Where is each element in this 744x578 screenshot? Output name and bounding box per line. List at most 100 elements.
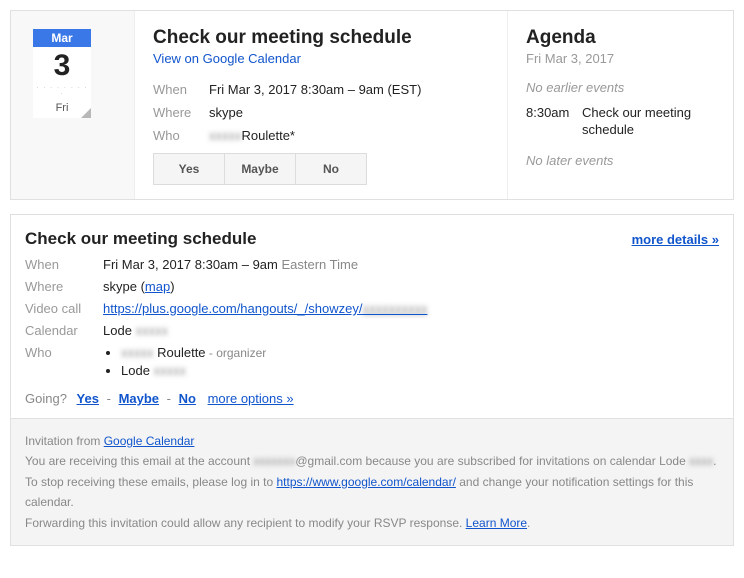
detail-calendar-value: Lode xxxxx (103, 323, 719, 338)
event-meta-table: When Fri Mar 3, 2017 8:30am – 9am (EST) … (153, 82, 489, 143)
redacted-text: xxxxx (154, 363, 187, 378)
agenda-title: Agenda (526, 27, 715, 49)
when-timezone: Eastern Time (281, 257, 358, 272)
meta-label: Who (153, 128, 209, 143)
going-no-link[interactable]: No (179, 391, 196, 406)
detail-label: When (25, 257, 103, 272)
detail-label: Where (25, 279, 103, 294)
detail-label: Video call (25, 301, 103, 316)
detail-row-calendar: Calendar Lode xxxxx (25, 323, 719, 338)
detail-header: Check our meeting schedule more details … (25, 229, 719, 249)
redacted-text: xxxx (689, 454, 713, 468)
where-text: skype ( (103, 279, 145, 294)
footer-text: @gmail.com because you are subscribed fo… (295, 454, 689, 468)
detail-label: Who (25, 345, 103, 360)
event-title: Check our meeting schedule (153, 27, 489, 49)
who-name: Roulette* (242, 128, 295, 143)
where-close: ) (170, 279, 174, 294)
learn-more-link[interactable]: Learn More (466, 516, 527, 530)
date-perforation: · · · · · · · · · (33, 85, 91, 99)
footer-text: Invitation from (25, 434, 104, 448)
meta-who-value: xxxxxRoulette* (209, 128, 295, 143)
date-day: 3 (33, 47, 91, 85)
map-link[interactable]: map (145, 279, 170, 294)
calendar-name: Lode (103, 323, 136, 338)
footer-line-3: To stop receiving these emails, please l… (25, 472, 719, 513)
separator: - (167, 391, 171, 406)
meta-row-when: When Fri Mar 3, 2017 8:30am – 9am (EST) (153, 82, 489, 97)
detail-row-who: Who xxxxx Roulette - organizer Lode xxxx… (25, 345, 719, 381)
detail-row-video: Video call https://plus.google.com/hango… (25, 301, 719, 316)
redacted-text: xxxxx (121, 345, 154, 360)
detail-row-when: When Fri Mar 3, 2017 8:30am – 9am Easter… (25, 257, 719, 272)
who-name: Roulette (154, 345, 206, 360)
redacted-text: xxxxxxxxxx (362, 301, 427, 316)
who-name: Lode (121, 363, 154, 378)
agenda-no-later: No later events (526, 153, 715, 168)
footer-notice: Invitation from Google Calendar You are … (11, 418, 733, 545)
more-details-link[interactable]: more details » (632, 232, 719, 247)
agenda-column: Agenda Fri Mar 3, 2017 No earlier events… (508, 11, 733, 199)
rsvp-no-button[interactable]: No (295, 153, 367, 185)
meta-label: Where (153, 105, 209, 120)
separator: - (107, 391, 111, 406)
detail-row-where: Where skype (map) (25, 279, 719, 294)
redacted-text: xxxxx (136, 323, 169, 338)
detail-when-value: Fri Mar 3, 2017 8:30am – 9am Eastern Tim… (103, 257, 719, 272)
redacted-text: xxxxx (209, 128, 242, 143)
calendar-settings-link[interactable]: https://www.google.com/calendar/ (276, 475, 455, 489)
detail-title: Check our meeting schedule (25, 229, 256, 249)
meta-where-value: skype (209, 105, 243, 120)
organizer-tag: - organizer (206, 346, 267, 360)
going-label: Going? (25, 391, 67, 406)
meta-row-where: Where skype (153, 105, 489, 120)
detail-who-value: xxxxx Roulette - organizer Lode xxxxx (103, 345, 719, 381)
footer-line-4: Forwarding this invitation could allow a… (25, 513, 719, 533)
event-main-column: Check our meeting schedule View on Googl… (134, 11, 508, 199)
footer-text: Forwarding this invitation could allow a… (25, 516, 466, 530)
rsvp-maybe-button[interactable]: Maybe (224, 153, 296, 185)
who-list-item: Lode xxxxx (121, 363, 719, 378)
agenda-date: Fri Mar 3, 2017 (526, 51, 715, 66)
date-column: Mar 3 · · · · · · · · · Fri (11, 11, 134, 199)
footer-text: You are receiving this email at the acco… (25, 454, 253, 468)
going-yes-link[interactable]: Yes (77, 391, 99, 406)
who-list: xxxxx Roulette - organizer Lode xxxxx (103, 345, 719, 378)
date-tile: Mar 3 · · · · · · · · · Fri (33, 29, 91, 118)
footer-line-2: You are receiving this email at the acco… (25, 451, 719, 471)
detail-video-value: https://plus.google.com/hangouts/_/showz… (103, 301, 719, 316)
who-list-item: xxxxx Roulette - organizer (121, 345, 719, 360)
event-summary-card: Mar 3 · · · · · · · · · Fri Check our me… (10, 10, 734, 200)
detail-table: When Fri Mar 3, 2017 8:30am – 9am Easter… (25, 257, 719, 381)
redacted-text: xxxxxxx (253, 454, 295, 468)
meta-when-value: Fri Mar 3, 2017 8:30am – 9am (EST) (209, 82, 421, 97)
detail-label: Calendar (25, 323, 103, 338)
rsvp-yes-button[interactable]: Yes (153, 153, 225, 185)
view-on-calendar-link[interactable]: View on Google Calendar (153, 51, 301, 66)
detail-where-value: skype (map) (103, 279, 719, 294)
date-weekday: Fri (33, 99, 91, 118)
meta-row-who: Who xxxxxRoulette* (153, 128, 489, 143)
video-url-text: https://plus.google.com/hangouts/_/showz… (103, 301, 362, 316)
meta-label: When (153, 82, 209, 97)
detail-main: Check our meeting schedule more details … (11, 215, 733, 418)
google-calendar-link[interactable]: Google Calendar (104, 434, 195, 448)
agenda-event-name: Check our meeting schedule (582, 105, 715, 139)
agenda-no-earlier: No earlier events (526, 80, 715, 95)
footer-text: . (713, 454, 716, 468)
footer-text: . (527, 516, 530, 530)
going-maybe-link[interactable]: Maybe (119, 391, 159, 406)
going-row: Going? Yes - Maybe - No more options » (25, 391, 719, 406)
date-month: Mar (33, 29, 91, 47)
agenda-event-time: 8:30am (526, 105, 582, 139)
footer-line-1: Invitation from Google Calendar (25, 431, 719, 451)
page-fold-icon (81, 108, 91, 118)
rsvp-button-row: Yes Maybe No (153, 153, 489, 185)
footer-text: To stop receiving these emails, please l… (25, 475, 276, 489)
agenda-event-row: 8:30am Check our meeting schedule (526, 105, 715, 139)
more-options-link[interactable]: more options » (208, 391, 294, 406)
event-detail-card: Check our meeting schedule more details … (10, 214, 734, 546)
video-call-link[interactable]: https://plus.google.com/hangouts/_/showz… (103, 301, 427, 316)
when-main-text: Fri Mar 3, 2017 8:30am – 9am (103, 257, 281, 272)
date-weekday-text: Fri (56, 102, 69, 114)
